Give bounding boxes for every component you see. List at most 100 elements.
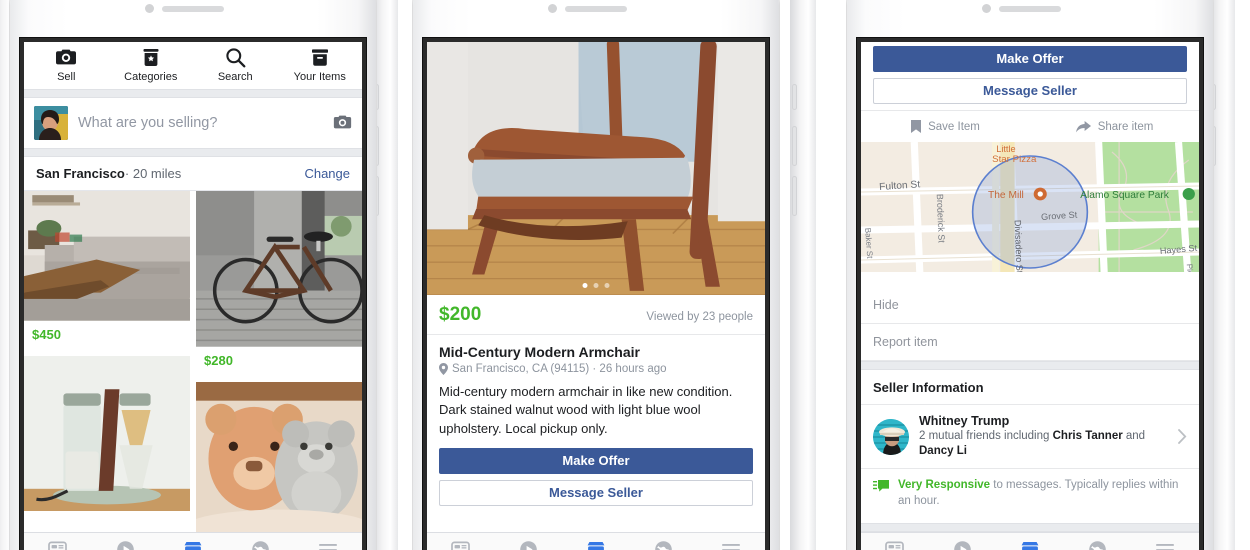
marketplace-store-icon: [587, 541, 605, 550]
section-divider: [24, 148, 362, 157]
responsiveness-badge: Very Responsive: [898, 479, 991, 492]
share-item-button[interactable]: Share item: [1030, 111, 1199, 142]
nav-video[interactable]: [929, 540, 997, 550]
listing-photo-stuffed-animals: [196, 381, 362, 548]
make-offer-button[interactable]: Make Offer: [873, 46, 1187, 72]
nav-notifications[interactable]: [227, 540, 295, 550]
item-price-row: $200 Viewed by 23 people: [427, 295, 765, 335]
hamburger-menu-icon: [319, 543, 338, 550]
carousel-dot-1[interactable]: [582, 283, 588, 288]
listings-column-right: $280: [196, 191, 362, 548]
globe-notifications-icon: [655, 541, 672, 550]
bottom-navigation-bar: [24, 532, 362, 550]
seller-avatar: [873, 418, 909, 455]
listings-grid: $450 $280: [24, 191, 362, 548]
news-feed-icon: [885, 541, 905, 550]
menu-item-hide[interactable]: Hide: [861, 287, 1199, 324]
sell-composer[interactable]: What are you selling?: [24, 98, 362, 148]
section-divider: [861, 523, 1199, 532]
save-item-button[interactable]: Save Item: [861, 111, 1030, 142]
item-location-map[interactable]: Fulton St Broderick St Divisadero St Gro…: [861, 142, 1199, 287]
globe-notifications-icon: [252, 541, 269, 550]
seller-information-heading: Seller Information: [861, 370, 1199, 405]
tab-your-items[interactable]: Your Items: [278, 44, 363, 83]
nav-marketplace[interactable]: [996, 541, 1064, 550]
item-hero-image[interactable]: [427, 42, 765, 295]
carousel-dot-3[interactable]: [604, 283, 610, 288]
nav-news-feed[interactable]: [24, 541, 92, 550]
tab-sell[interactable]: Sell: [24, 44, 109, 83]
svg-text:Divisadero St: Divisadero St: [1013, 220, 1025, 274]
tab-your-items-label: Your Items: [293, 71, 346, 83]
share-arrow-icon: [1075, 120, 1091, 132]
marketplace-store-icon: [1021, 541, 1039, 550]
carousel-dot-2[interactable]: [593, 283, 599, 288]
tab-search-label: Search: [217, 71, 253, 83]
menu-item-report[interactable]: Report item: [861, 324, 1199, 361]
seller-name: Whitney Trump: [919, 414, 1010, 428]
location-text: San Francisco· 20 miles: [36, 166, 181, 181]
user-avatar: [34, 106, 68, 140]
listing-price: $280: [204, 352, 233, 368]
mutual-friend-2: Dancy Li: [919, 445, 967, 458]
share-item-label: Share item: [1097, 120, 1154, 133]
front-camera-icon: [982, 4, 991, 13]
listing-photo-coffee-maker: [24, 355, 190, 512]
svg-text:Star Pizza: Star Pizza: [992, 154, 1037, 165]
listing-card[interactable]: $450: [24, 191, 190, 350]
mutual-join: and: [1122, 430, 1146, 442]
message-seller-button[interactable]: Message Seller: [873, 78, 1187, 104]
sell-input-placeholder[interactable]: What are you selling?: [78, 115, 323, 131]
location-sep: ·: [124, 166, 130, 181]
nav-menu[interactable]: [294, 543, 362, 550]
item-location-text: San Francisco, CA (94115) · 26 hours ago: [452, 363, 667, 375]
nav-news-feed[interactable]: [427, 541, 495, 550]
nav-menu[interactable]: [697, 543, 765, 550]
nav-notifications[interactable]: [630, 540, 698, 550]
listing-card[interactable]: $280: [196, 191, 362, 376]
location-bar: San Francisco· 20 miles Change: [24, 157, 362, 191]
location-city: San Francisco: [36, 166, 125, 181]
phone-screen: Sell Categories Search Your Items What a…: [24, 42, 362, 550]
seller-row[interactable]: Whitney Trump 2 mutual friends including…: [861, 405, 1199, 470]
nav-video[interactable]: [495, 540, 563, 550]
nav-notifications[interactable]: [1064, 540, 1132, 550]
mutual-friend-1: Chris Tanner: [1052, 430, 1123, 442]
listing-photo-bicycle: [196, 191, 362, 347]
nav-menu[interactable]: [1131, 543, 1199, 550]
camera-icon: [24, 44, 109, 70]
box-star-icon: [109, 44, 194, 70]
tab-categories[interactable]: Categories: [109, 44, 194, 83]
listing-card[interactable]: [24, 355, 190, 512]
item-title-block: Mid-Century Modern Armchair San Francisc…: [427, 335, 765, 375]
speech-bubble-icon: [873, 480, 889, 492]
archive-box-icon: [278, 44, 363, 70]
nav-marketplace[interactable]: [159, 541, 227, 550]
nav-video[interactable]: [92, 540, 160, 550]
responsiveness-text: Very Responsive to messages. Typically r…: [898, 478, 1187, 509]
tab-sell-label: Sell: [57, 71, 76, 83]
item-location-meta: San Francisco, CA (94115) · 26 hours ago: [439, 363, 753, 375]
bookmark-icon: [911, 120, 922, 133]
phone-screen: Make Offer Message Seller Save Item Shar…: [861, 42, 1199, 550]
tab-search[interactable]: Search: [193, 44, 278, 83]
message-seller-button[interactable]: Message Seller: [439, 480, 753, 507]
camera-icon[interactable]: [333, 114, 352, 133]
hamburger-menu-icon: [722, 543, 741, 550]
front-camera-icon: [145, 4, 154, 13]
listing-photo-armchair: [427, 42, 765, 295]
make-offer-button[interactable]: Make Offer: [439, 448, 753, 475]
item-view-count: Viewed by 23 people: [646, 311, 753, 323]
bottom-navigation-bar: [861, 532, 1199, 550]
image-carousel-dots[interactable]: [582, 283, 610, 288]
chevron-right-icon: [1178, 429, 1187, 445]
hamburger-menu-icon: [1156, 543, 1175, 550]
item-price: $200: [439, 304, 482, 325]
phone-screen: $200 Viewed by 23 people Mid-Century Mod…: [427, 42, 765, 550]
nav-marketplace[interactable]: [562, 541, 630, 550]
nav-news-feed[interactable]: [861, 541, 929, 550]
front-camera-icon: [548, 4, 557, 13]
item-action-row: Save Item Share item: [861, 110, 1199, 142]
listing-card[interactable]: [196, 381, 362, 548]
change-location-button[interactable]: Change: [304, 166, 350, 181]
